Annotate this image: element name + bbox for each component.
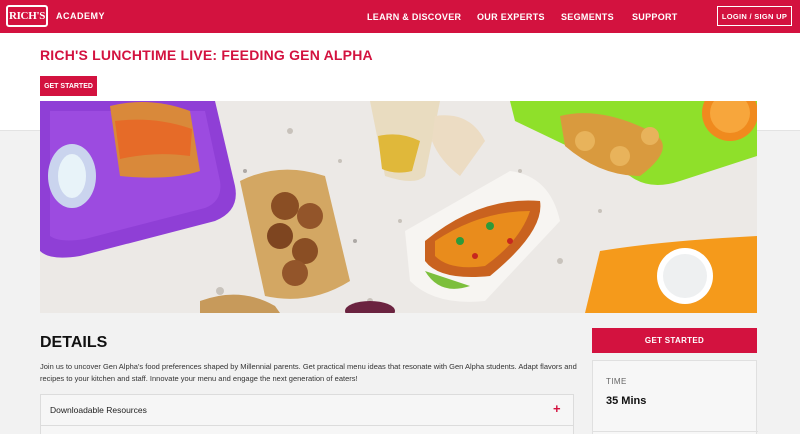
plus-icon[interactable]: +	[553, 401, 561, 416]
richs-logo[interactable]: RICH'S	[6, 5, 48, 27]
downloadable-resources-accordion[interactable]: Downloadable Resources +	[40, 394, 574, 426]
login-signup-button[interactable]: LOGIN / SIGN UP	[717, 6, 792, 26]
page-title: RICH'S LUNCHTIME LIVE: FEEDING GEN ALPHA	[40, 47, 373, 63]
details-heading: DETAILS	[40, 334, 108, 351]
time-info-card: TIME 35 Mins	[592, 360, 758, 434]
accordion-label: Downloadable Resources	[50, 405, 147, 415]
academy-label[interactable]: ACADEMY	[56, 11, 105, 21]
time-value: 35 Mins	[606, 395, 647, 407]
nav-our-experts[interactable]: OUR EXPERTS	[477, 12, 545, 22]
top-navigation-bar: RICH'S ACADEMY LEARN & DISCOVER OUR EXPE…	[0, 0, 800, 33]
nav-segments[interactable]: SEGMENTS	[561, 12, 614, 22]
sidebar-get-started-button[interactable]: GET STARTED	[592, 328, 757, 353]
nav-learn-discover[interactable]: LEARN & DISCOVER	[367, 12, 461, 22]
nav-support[interactable]: SUPPORT	[632, 12, 678, 22]
hero-food-illustration	[40, 101, 757, 313]
details-description: Join us to uncover Gen Alpha's food pref…	[40, 362, 577, 383]
card-divider	[593, 431, 758, 432]
get-started-button[interactable]: GET STARTED	[40, 76, 97, 96]
hero-food-image	[40, 101, 757, 313]
accordion-next-item[interactable]	[40, 426, 574, 434]
time-label: TIME	[606, 377, 627, 386]
